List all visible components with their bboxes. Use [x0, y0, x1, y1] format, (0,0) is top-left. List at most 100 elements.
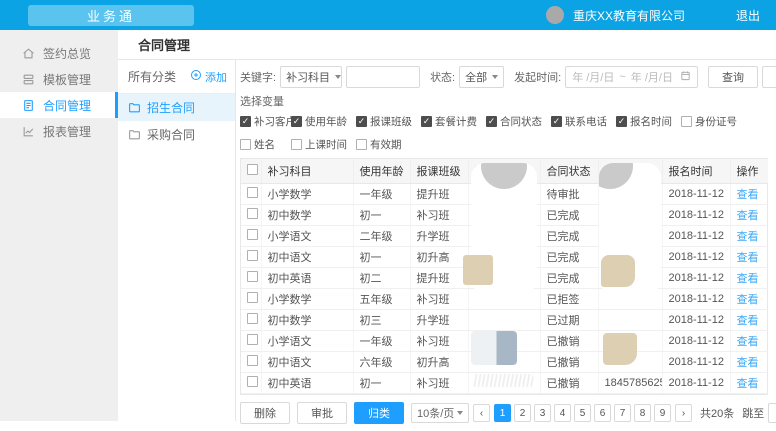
cell-class: 提升班 — [410, 184, 468, 205]
variable-label: 补习客户 — [254, 114, 296, 129]
row-checkbox[interactable] — [247, 271, 258, 282]
keyword-type-select[interactable]: 补习科目 — [280, 66, 342, 88]
row-checkbox-cell — [241, 226, 261, 247]
view-link[interactable]: 查看 — [737, 189, 759, 201]
view-link[interactable]: 查看 — [737, 378, 759, 390]
view-link[interactable]: 查看 — [737, 231, 759, 243]
logout-link[interactable]: 退出 — [736, 7, 760, 24]
cell-age: 初一 — [353, 247, 410, 268]
variable-checkbox-姓名[interactable]: 姓名 — [240, 137, 291, 152]
checkbox-icon[interactable] — [551, 116, 562, 127]
app-title-button[interactable]: 业务通 — [28, 5, 194, 26]
add-category-button[interactable]: 添加 — [190, 69, 227, 85]
cell-fee — [468, 373, 540, 394]
checkbox-icon[interactable] — [421, 116, 432, 127]
page-title: 合同管理 — [138, 35, 190, 54]
view-link[interactable]: 查看 — [737, 315, 759, 327]
variable-checkbox-报名时间[interactable]: 报名时间 — [616, 114, 681, 129]
page-button-5[interactable]: 5 — [574, 404, 591, 422]
row-checkbox[interactable] — [247, 208, 258, 219]
page-button-7[interactable]: 7 — [614, 404, 631, 422]
prev-page-button[interactable]: ‹ — [473, 404, 490, 422]
cell-fee — [468, 226, 540, 247]
sidebar-item-报表管理[interactable]: 报表管理 — [0, 118, 118, 144]
row-checkbox[interactable] — [247, 292, 258, 303]
page-button-4[interactable]: 4 — [554, 404, 571, 422]
sidebar-item-合同管理[interactable]: 合同管理 — [0, 92, 118, 118]
view-link[interactable]: 查看 — [737, 252, 759, 264]
checkbox-icon[interactable] — [240, 116, 251, 127]
status-select[interactable]: 全部 — [459, 66, 504, 88]
checkbox-icon[interactable] — [616, 116, 627, 127]
cell-subject: 小学数学 — [261, 289, 353, 310]
variable-checkbox-合同状态[interactable]: 合同状态 — [486, 114, 551, 129]
row-checkbox[interactable] — [247, 229, 258, 240]
template-icon — [22, 73, 35, 86]
cell-age: 一年级 — [353, 184, 410, 205]
checkbox-icon[interactable] — [356, 139, 367, 150]
view-link[interactable]: 查看 — [737, 273, 759, 285]
column-header: 套餐计费 — [468, 159, 540, 184]
cell-date: 2018-11-12 — [662, 289, 730, 310]
category-item-label: 采购合同 — [147, 126, 195, 143]
row-checkbox-cell — [241, 331, 261, 352]
jump-page-input[interactable] — [768, 403, 776, 423]
row-checkbox[interactable] — [247, 313, 258, 324]
variable-checkbox-套餐计费[interactable]: 套餐计费 — [421, 114, 486, 129]
row-checkbox[interactable] — [247, 376, 258, 387]
page-button-6[interactable]: 6 — [594, 404, 611, 422]
cell-phone — [598, 289, 662, 310]
category-item-采购合同[interactable]: 采购合同 — [118, 121, 235, 148]
variable-checkbox-使用年龄[interactable]: 使用年龄 — [291, 114, 356, 129]
category-header: 所有分类 — [128, 68, 176, 85]
variable-checkbox-报课班级[interactable]: 报课班级 — [356, 114, 421, 129]
sidebar-item-模板管理[interactable]: 模板管理 — [0, 66, 118, 92]
page-size-select[interactable]: 10条/页 — [411, 403, 469, 423]
keyword-input[interactable] — [346, 66, 420, 88]
cell-status: 已完成 — [540, 268, 598, 289]
page-button-9[interactable]: 9 — [654, 404, 671, 422]
row-checkbox[interactable] — [247, 334, 258, 345]
checkbox-icon[interactable] — [240, 139, 251, 150]
view-link[interactable]: 查看 — [737, 336, 759, 348]
sidebar-item-签约总览[interactable]: 签约总览 — [0, 40, 118, 66]
cell-fee — [468, 247, 540, 268]
cell-fee — [468, 184, 540, 205]
checkbox-icon[interactable] — [486, 116, 497, 127]
view-link[interactable]: 查看 — [737, 210, 759, 222]
cell-fee — [468, 310, 540, 331]
row-checkbox[interactable] — [247, 355, 258, 366]
view-link[interactable]: 查看 — [737, 294, 759, 306]
variable-label: 报课班级 — [370, 114, 412, 129]
page-button-3[interactable]: 3 — [534, 404, 551, 422]
page-button-1[interactable]: 1 — [494, 404, 511, 422]
export-button[interactable]: 导出 — [762, 66, 776, 88]
view-link[interactable]: 查看 — [737, 357, 759, 369]
cell-class: 补习班 — [410, 205, 468, 226]
date-range-input[interactable]: 年 /月/日 ~ 年 /月/日 — [565, 66, 698, 88]
variable-checkbox-联系电话[interactable]: 联系电话 — [551, 114, 616, 129]
company-name: 重庆XX教育有限公司 — [573, 7, 685, 24]
variable-checkbox-有效期[interactable]: 有效期 — [356, 137, 421, 152]
search-button[interactable]: 查询 — [708, 66, 758, 88]
page-button-2[interactable]: 2 — [514, 404, 531, 422]
cell-date: 2018-11-12 — [662, 268, 730, 289]
cell-phone — [598, 205, 662, 226]
cell-date: 2018-11-12 — [662, 331, 730, 352]
select-all-checkbox[interactable] — [247, 164, 258, 175]
row-checkbox-cell — [241, 247, 261, 268]
category-item-label: 招生合同 — [147, 99, 195, 116]
checkbox-icon[interactable] — [356, 116, 367, 127]
variable-checkbox-上课时间[interactable]: 上课时间 — [291, 137, 356, 152]
checkbox-icon[interactable] — [291, 139, 302, 150]
category-item-招生合同[interactable]: 招生合同 — [118, 94, 235, 121]
checkbox-icon[interactable] — [681, 116, 692, 127]
row-checkbox[interactable] — [247, 250, 258, 261]
row-checkbox[interactable] — [247, 187, 258, 198]
variable-checkbox-身份证号[interactable]: 身份证号 — [681, 114, 768, 129]
page-button-8[interactable]: 8 — [634, 404, 651, 422]
next-page-button[interactable]: › — [675, 404, 692, 422]
checkbox-icon[interactable] — [291, 116, 302, 127]
variable-checkbox-补习客户[interactable]: 补习客户 — [240, 114, 291, 129]
cell-phone — [598, 310, 662, 331]
